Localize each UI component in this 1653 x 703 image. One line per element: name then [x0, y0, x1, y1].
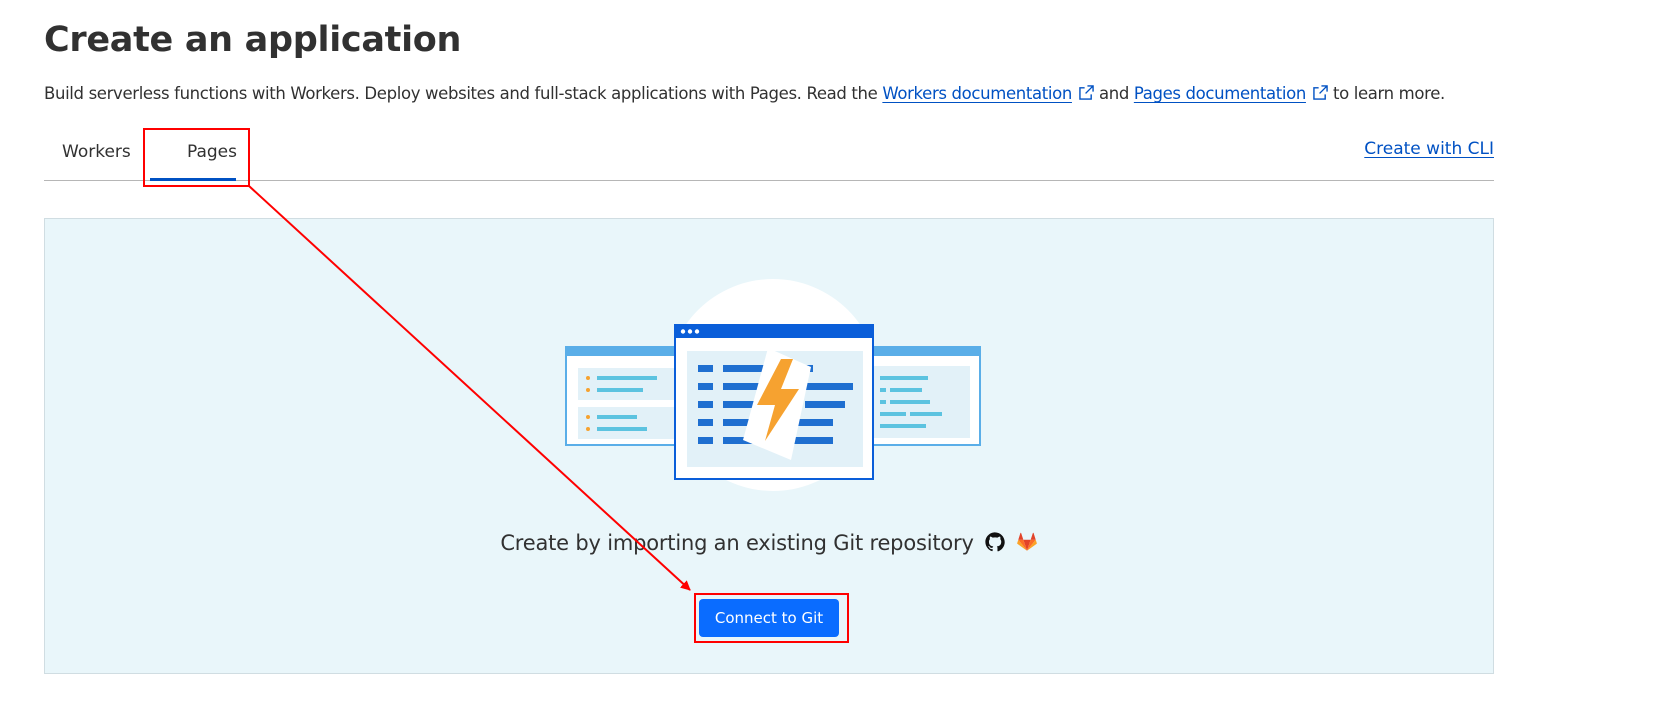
connect-to-git-button[interactable]: Connect to Git	[699, 599, 839, 637]
description-suffix: to learn more.	[1332, 84, 1445, 103]
git-import-panel: Create by importing an existing Git repo…	[44, 218, 1494, 674]
page-description: Build serverless functions with Workers.…	[44, 84, 1445, 103]
pages-documentation-link[interactable]: Pages documentation	[1134, 84, 1306, 103]
create-with-cli-link[interactable]: Create with CLI	[1364, 139, 1494, 159]
workers-documentation-link[interactable]: Workers documentation	[882, 84, 1072, 103]
pages-illustration	[565, 279, 981, 491]
tab-workers[interactable]: Workers	[62, 142, 131, 162]
import-repository-text: Create by importing an existing Git repo…	[45, 531, 1493, 555]
page-title: Create an application	[44, 20, 462, 60]
tab-pages[interactable]: Pages	[169, 142, 255, 162]
active-tab-indicator	[150, 178, 236, 181]
external-link-icon[interactable]	[1079, 85, 1094, 100]
import-text: Create by importing an existing Git repo…	[500, 531, 974, 555]
external-link-icon[interactable]	[1313, 85, 1328, 100]
description-middle: and	[1098, 84, 1134, 103]
tab-bar: Workers Pages Create with CLI	[44, 128, 1494, 181]
gitlab-icon	[1016, 532, 1037, 551]
github-icon	[985, 532, 1005, 552]
description-prefix: Build serverless functions with Workers.…	[44, 84, 883, 103]
page: Create an application Build serverless f…	[0, 0, 1653, 703]
